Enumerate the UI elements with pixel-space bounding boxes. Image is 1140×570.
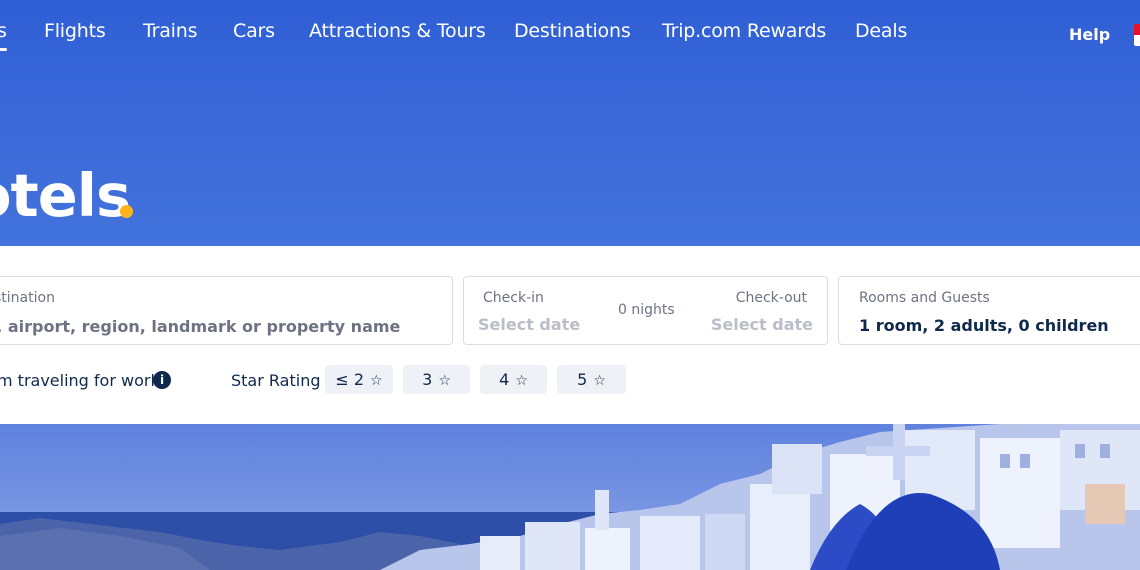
top-nav: s Flights Trains Cars Attractions & Tour… <box>0 0 1140 68</box>
search-panel: stination y, airport, region, landmark o… <box>0 246 1140 424</box>
rooms-guests-value[interactable]: 1 room, 2 adults, 0 children <box>859 316 1109 335</box>
santorini-scene-illustration <box>0 424 1140 570</box>
destination-field[interactable]: stination y, airport, region, landmark o… <box>0 276 453 345</box>
language-flag-icon[interactable] <box>1134 24 1140 46</box>
work-travel-toggle-label[interactable]: m traveling for work <box>0 371 160 390</box>
info-icon[interactable]: i <box>153 371 171 389</box>
help-link[interactable]: Help <box>1069 25 1110 44</box>
destination-label: stination <box>0 290 55 306</box>
star-filter-4[interactable]: 4 ☆ <box>480 365 547 394</box>
nav-item-cars[interactable]: Cars <box>233 20 275 42</box>
rooms-guests-label: Rooms and Guests <box>859 290 990 306</box>
star-rating-label: Star Rating <box>231 371 321 390</box>
star-filter-2-or-less[interactable]: ≤ 2 ☆ <box>325 365 393 394</box>
star-icon: ☆ <box>593 373 606 389</box>
nav-item-deals[interactable]: Deals <box>855 20 907 42</box>
santorini-hero-image <box>0 424 1140 570</box>
nav-item-rewards[interactable]: Trip.com Rewards <box>662 20 826 42</box>
hero-banner: s Flights Trains Cars Attractions & Tour… <box>0 0 1140 246</box>
nights-count: 0 nights <box>618 302 675 318</box>
star-filter-label: ≤ 2 <box>335 370 365 389</box>
title-dot-icon <box>120 205 133 218</box>
checkout-label: Check-out <box>735 290 807 306</box>
star-icon: ☆ <box>370 373 383 389</box>
nav-item-flights[interactable]: Flights <box>44 20 106 42</box>
destination-input[interactable]: y, airport, region, landmark or property… <box>0 317 400 336</box>
page-title: otels <box>0 161 131 230</box>
rooms-guests-field[interactable]: Rooms and Guests 1 room, 2 adults, 0 chi… <box>838 276 1140 345</box>
date-picker-field[interactable]: Check-in Select date 0 nights Check-out … <box>463 276 828 345</box>
star-icon: ☆ <box>515 373 528 389</box>
nav-item-trains[interactable]: Trains <box>143 20 197 42</box>
star-filter-5[interactable]: 5 ☆ <box>557 365 626 394</box>
star-icon: ☆ <box>438 373 451 389</box>
nav-item-attractions-tours[interactable]: Attractions & Tours <box>309 20 486 42</box>
nav-item-hotels[interactable]: s <box>0 20 7 51</box>
star-filter-label: 4 <box>499 370 510 389</box>
checkin-label: Check-in <box>483 290 544 306</box>
checkin-input[interactable]: Select date <box>478 315 580 334</box>
checkout-input[interactable]: Select date <box>711 315 813 334</box>
star-filter-3[interactable]: 3 ☆ <box>403 365 470 394</box>
star-filter-label: 5 <box>577 370 588 389</box>
star-filter-label: 3 <box>422 370 433 389</box>
nav-item-destinations[interactable]: Destinations <box>514 20 631 42</box>
